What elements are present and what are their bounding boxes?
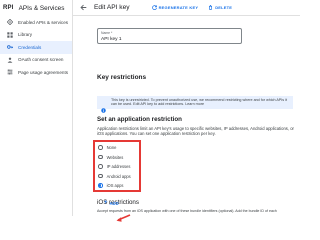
radio-button-selected[interactable] <box>98 183 103 188</box>
settings-list-icon <box>7 69 13 75</box>
api-diamond-icon <box>7 19 13 26</box>
radio-option-websites[interactable]: Websites <box>98 155 123 160</box>
info-banner-text: This key is unrestricted. To prevent una… <box>111 97 287 107</box>
radio-option-label: iOS apps <box>106 183 124 188</box>
top-bar: Edit API key REGENERATE KEY DELETE <box>73 0 300 16</box>
library-grid-icon <box>7 32 13 38</box>
radio-button[interactable] <box>98 173 103 179</box>
sidebar-item-label: Page usage agreements <box>18 69 69 75</box>
application-restriction-description: Application restrictions limit an API ke… <box>97 126 294 137</box>
sidebar-item-oauth-consent[interactable]: OAuth consent screen <box>0 54 72 67</box>
regenerate-key-label: REGENERATE KEY <box>158 5 199 10</box>
name-field[interactable]: Name * API key 1 <box>97 28 242 44</box>
page-title: Edit API key <box>94 4 130 11</box>
regenerate-key-button[interactable]: REGENERATE KEY <box>151 5 199 10</box>
radio-option-label: IP addresses <box>106 164 131 169</box>
radio-option-none[interactable]: None <box>98 145 116 150</box>
add-label: ADD <box>109 200 119 206</box>
key-icon <box>7 44 13 50</box>
highlight-arrow-icon <box>116 214 131 222</box>
back-arrow-icon[interactable] <box>80 4 87 11</box>
sidebar-item-label: Credentials <box>18 44 42 50</box>
sidebar-item-enabled-apis[interactable]: Enabled APIs & services <box>0 16 72 29</box>
application-restriction-radio-group: None Websites IP addresses Android apps … <box>93 140 141 192</box>
name-field-value: API key 1 <box>101 36 122 42</box>
sidebar-item-library[interactable]: Library <box>0 29 72 42</box>
sidebar-header: RPI APIs & Services <box>0 0 72 16</box>
sidebar-item-label: OAuth consent screen <box>18 57 64 63</box>
radio-option-ip-addresses[interactable]: IP addresses <box>98 164 130 169</box>
sidebar-title: APIs & Services <box>18 4 65 12</box>
radio-button[interactable] <box>98 164 103 169</box>
radio-option-label: Websites <box>106 154 124 160</box>
radio-option-label: None <box>106 145 117 150</box>
radio-option-ios-apps[interactable]: iOS apps <box>98 183 123 188</box>
consent-screen-icon <box>7 57 13 63</box>
unrestricted-info-banner: This key is unrestricted. To prevent una… <box>97 96 293 113</box>
sidebar-item-page-usage[interactable]: Page usage agreements <box>0 66 72 79</box>
trash-icon <box>209 5 213 10</box>
name-field-label: Name * <box>101 31 113 35</box>
radio-option-android-apps[interactable]: Android apps <box>98 174 131 179</box>
sidebar: RPI APIs & Services Enabled APIs & servi… <box>0 0 73 216</box>
plus-icon: + <box>104 200 108 206</box>
sidebar-item-label: Enabled APIs & services <box>18 19 69 25</box>
radio-button[interactable] <box>98 145 103 150</box>
key-restrictions-heading: Key restrictions <box>97 74 147 81</box>
delete-label: DELETE <box>215 5 233 10</box>
refresh-icon <box>151 5 157 10</box>
sidebar-item-credentials[interactable]: Credentials <box>0 41 72 54</box>
main-content: Name * API key 1 Key restrictions This k… <box>73 16 300 222</box>
radio-option-label: Android apps <box>106 173 131 179</box>
api-logo: RPI <box>3 5 14 11</box>
radio-button[interactable] <box>98 154 103 160</box>
delete-button[interactable]: DELETE <box>208 5 232 10</box>
application-restriction-heading: Set an application restriction <box>97 116 182 123</box>
sidebar-item-label: Library <box>18 32 33 38</box>
add-bundle-id-button[interactable]: + ADD <box>104 200 119 206</box>
